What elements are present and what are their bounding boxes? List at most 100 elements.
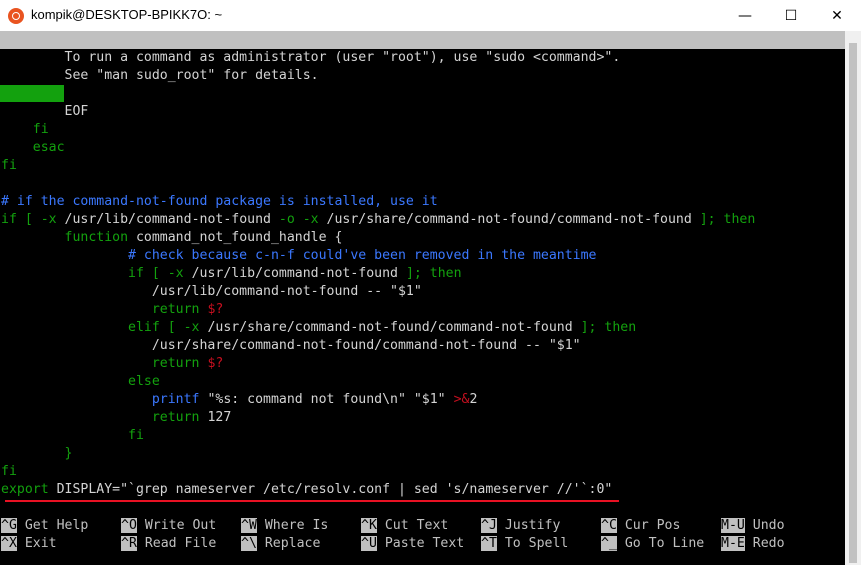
- ubuntu-icon: [8, 8, 24, 24]
- code-token: See "man sudo_root" for details.: [1, 68, 319, 83]
- shortcut-label: Redo: [744, 536, 785, 551]
- code-token: 2: [469, 392, 478, 407]
- code-token: "%s: command not found\n" "$1": [207, 392, 454, 407]
- code-line: }: [1, 445, 73, 463]
- code-token: fi: [1, 428, 144, 443]
- code-token: fi: [1, 464, 17, 479]
- close-button[interactable]: ✕: [814, 0, 860, 31]
- code-line: /usr/share/command-not-found/command-not…: [1, 337, 581, 355]
- shortcut-item: ^K Cut Text: [361, 517, 448, 535]
- minimize-button[interactable]: —: [722, 0, 768, 31]
- shortcut-label: Paste Text: [376, 536, 465, 551]
- shortcut-key: ^G: [1, 518, 17, 533]
- shortcut-item: ^R Read File: [121, 535, 216, 553]
- code-line: return $?: [1, 355, 223, 373]
- code-token: $?: [207, 302, 224, 317]
- shortcut-item: ^\ Replace: [241, 535, 320, 553]
- code-line: elif [ -x /usr/share/command-not-found/c…: [1, 319, 636, 337]
- code-token: /usr/lib/command-not-found: [64, 212, 279, 227]
- code-token: To run a command as administrator (user …: [1, 50, 621, 65]
- shortcut-item: ^_ Go To Line: [601, 535, 704, 553]
- code-token: function: [1, 230, 136, 245]
- code-line: fi: [1, 463, 17, 481]
- code-line: esac: [1, 139, 65, 157]
- modified-status: Modified: [761, 86, 825, 101]
- code-line: fi: [1, 427, 144, 445]
- shortcut-key: ^K: [361, 518, 377, 533]
- shortcut-key: ^T: [481, 536, 497, 551]
- window-title: kompik@DESKTOP-BPIKK7O: ~: [31, 7, 223, 22]
- shortcut-key: ^J: [481, 518, 497, 533]
- code-token: # check because c-n-f could've been remo…: [1, 248, 597, 263]
- code-token: if [ -x: [1, 212, 65, 227]
- code-token: -o -x: [278, 212, 327, 227]
- code-token: return: [1, 410, 208, 425]
- shortcut-item: ^W Where Is: [241, 517, 328, 535]
- code-token: return: [1, 356, 208, 371]
- code-line: return $?: [1, 301, 223, 319]
- code-token: >&: [453, 392, 470, 407]
- shortcut-label: Undo: [744, 518, 785, 533]
- shortcut-label: Exit: [16, 536, 57, 551]
- nano-header: GNU nano 4.8 /etc/bash.bashrc Modified: [0, 31, 845, 101]
- shortcut-key: ^C: [601, 518, 617, 533]
- code-token: fi: [1, 158, 17, 173]
- code-line: To run a command as administrator (user …: [1, 49, 621, 67]
- shortcut-label: Cur Pos: [616, 518, 681, 533]
- code-line: fi: [1, 157, 17, 175]
- code-line: else: [1, 373, 160, 391]
- shortcut-key: M-E: [721, 536, 745, 551]
- code-token: else: [1, 374, 160, 389]
- code-token: esac: [1, 140, 65, 155]
- shortcut-item: ^T To Spell: [481, 535, 568, 553]
- code-line: export DISPLAY="`grep nameserver /etc/re…: [1, 481, 612, 499]
- shortcut-key: ^\: [241, 536, 257, 551]
- code-line: EOF: [1, 103, 89, 121]
- code-token: elif [ -x: [1, 320, 208, 335]
- code-token: ]; then: [699, 212, 756, 227]
- code-line: printf "%s: command not found\n" "$1" >&…: [1, 391, 478, 409]
- shortcut-key: ^_: [601, 536, 617, 551]
- shortcut-label: To Spell: [496, 536, 569, 551]
- code-line: return 127: [1, 409, 231, 427]
- code-token: $?: [207, 356, 224, 371]
- code-token: ]; then: [580, 320, 637, 335]
- code-token: /usr/lib/command-not-found -- "$1": [1, 284, 422, 299]
- code-token: 127: [207, 410, 232, 425]
- shortcut-item: ^J Justify: [481, 517, 560, 535]
- shortcut-item: M-E Redo: [721, 535, 785, 553]
- code-line: # if the command-not-found package is in…: [1, 193, 438, 211]
- shortcut-item: ^O Write Out: [121, 517, 216, 535]
- code-token: if [ -x: [1, 266, 192, 281]
- shortcut-label: Replace: [256, 536, 321, 551]
- code-token: EOF: [1, 104, 89, 119]
- shortcut-item: ^G Get Help: [1, 517, 88, 535]
- shortcut-item: ^C Cur Pos: [601, 517, 680, 535]
- code-line: if [ -x /usr/lib/command-not-found ]; th…: [1, 265, 461, 283]
- shortcut-key: ^X: [1, 536, 17, 551]
- code-token: /usr/share/command-not-found/command-not…: [207, 320, 581, 335]
- code-token: /usr/share/command-not-found/command-not…: [1, 338, 581, 353]
- code-line: /usr/lib/command-not-found -- "$1": [1, 283, 422, 301]
- shortcut-label: Go To Line: [616, 536, 705, 551]
- code-token: printf: [1, 392, 208, 407]
- shortcut-label: Read File: [136, 536, 217, 551]
- code-token: /usr/share/command-not-found/command-not…: [326, 212, 700, 227]
- shortcut-label: Where Is: [256, 518, 329, 533]
- scrollbar-thumb[interactable]: [849, 43, 857, 563]
- shortcut-key: ^R: [121, 536, 137, 551]
- code-token: command_not_found_handle {: [135, 230, 343, 245]
- code-token: DISPLAY="`grep nameserver /etc/resolv.co…: [56, 482, 613, 497]
- shortcut-key: ^O: [121, 518, 137, 533]
- code-line: # check because c-n-f could've been remo…: [1, 247, 596, 265]
- shortcut-label: Write Out: [136, 518, 217, 533]
- code-line: fi: [1, 121, 49, 139]
- code-line: See "man sudo_root" for details.: [1, 67, 319, 85]
- annotation-underline: [5, 500, 619, 502]
- maximize-button[interactable]: ☐: [768, 0, 814, 31]
- shortcut-item: ^U Paste Text: [361, 535, 464, 553]
- cursor-highlight: [0, 85, 64, 102]
- shortcut-key: M-U: [721, 518, 745, 533]
- code-token: }: [1, 446, 73, 461]
- shortcut-label: Get Help: [16, 518, 89, 533]
